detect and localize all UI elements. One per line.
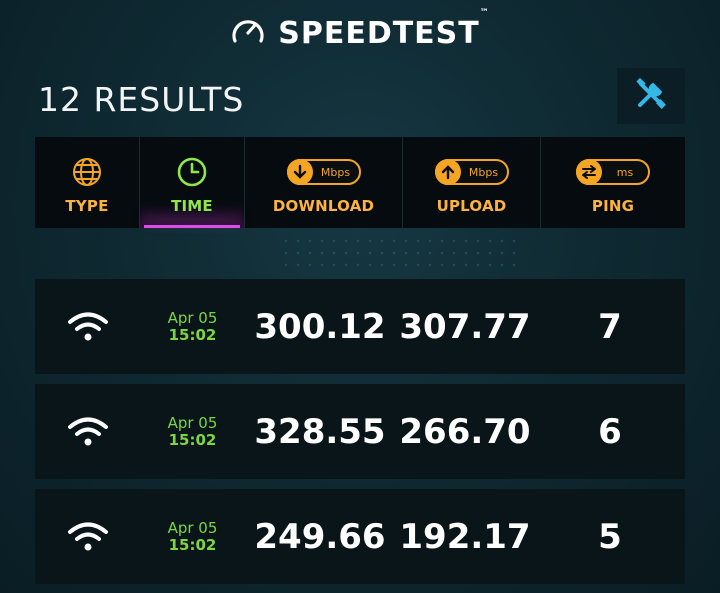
result-download: 328.55	[254, 411, 386, 452]
tab-time[interactable]: TIME	[140, 137, 245, 228]
upload-unit: Mbps	[468, 165, 499, 179]
result-upload: 266.70	[399, 411, 531, 452]
upload-arrow-icon	[434, 159, 461, 185]
tab-download[interactable]: Mbps DOWNLOAD	[245, 137, 403, 228]
result-datetime: Apr 05 15:02	[140, 413, 245, 449]
tab-upload[interactable]: Mbps UPLOAD	[403, 137, 541, 228]
result-time: 15:02	[168, 325, 217, 344]
tools-button[interactable]	[617, 68, 685, 124]
globe-icon	[72, 157, 102, 187]
result-upload: 307.77	[399, 306, 531, 347]
result-date: Apr 05	[167, 413, 218, 432]
clock-icon	[177, 157, 207, 187]
result-time: 15:02	[168, 535, 217, 554]
tab-download-label: DOWNLOAD	[272, 197, 375, 215]
result-row[interactable]: Apr 05 15:02 300.12 307.77 7	[35, 279, 685, 374]
tab-ping[interactable]: ms PING	[541, 137, 685, 228]
wifi-icon	[35, 311, 140, 343]
ping-arrows-icon	[576, 159, 602, 185]
download-arrow-icon	[286, 159, 313, 185]
tab-type-label: TYPE	[65, 197, 109, 215]
result-download: 300.12	[254, 306, 386, 347]
speedometer-icon	[230, 15, 266, 52]
decorative-dots	[280, 235, 520, 275]
download-pill: Mbps	[286, 159, 361, 185]
results-count-title: 12 RESULTS	[38, 80, 245, 119]
result-ping: 5	[598, 516, 622, 557]
ping-unit-pill: ms	[576, 157, 650, 187]
ping-unit: ms	[616, 165, 634, 179]
result-datetime: Apr 05 15:02	[140, 308, 245, 344]
upload-pill: Mbps	[434, 159, 509, 185]
tab-time-label: TIME	[171, 197, 213, 215]
result-date: Apr 05	[167, 518, 218, 537]
result-ping: 7	[598, 306, 622, 347]
tab-type[interactable]: TYPE	[35, 137, 140, 228]
tab-upload-label: UPLOAD	[436, 197, 507, 215]
wifi-icon	[35, 521, 140, 553]
wifi-icon	[35, 416, 140, 448]
result-row[interactable]: Apr 05 15:02 328.55 266.70 6	[35, 384, 685, 479]
result-datetime: Apr 05 15:02	[140, 518, 245, 554]
upload-unit-pill: Mbps	[434, 157, 509, 187]
result-time: 15:02	[168, 430, 217, 449]
result-ping: 6	[598, 411, 622, 452]
tab-ping-label: PING	[591, 197, 635, 215]
logo-text: SPEEDTEST™	[278, 7, 490, 51]
download-unit-pill: Mbps	[286, 157, 361, 187]
result-download: 249.66	[254, 516, 386, 557]
ping-pill: ms	[576, 159, 650, 185]
result-date: Apr 05	[167, 308, 218, 327]
result-row[interactable]: Apr 05 15:02 249.66 192.17 5	[35, 489, 685, 584]
wrench-screwdriver-icon	[631, 74, 671, 119]
column-tabs: TYPE TIME Mbps DOWNLOAD Mbps UPLOAD ms P…	[35, 137, 685, 228]
download-unit: Mbps	[320, 165, 351, 179]
result-upload: 192.17	[399, 516, 531, 557]
speedtest-logo: SPEEDTEST™	[0, 7, 720, 54]
